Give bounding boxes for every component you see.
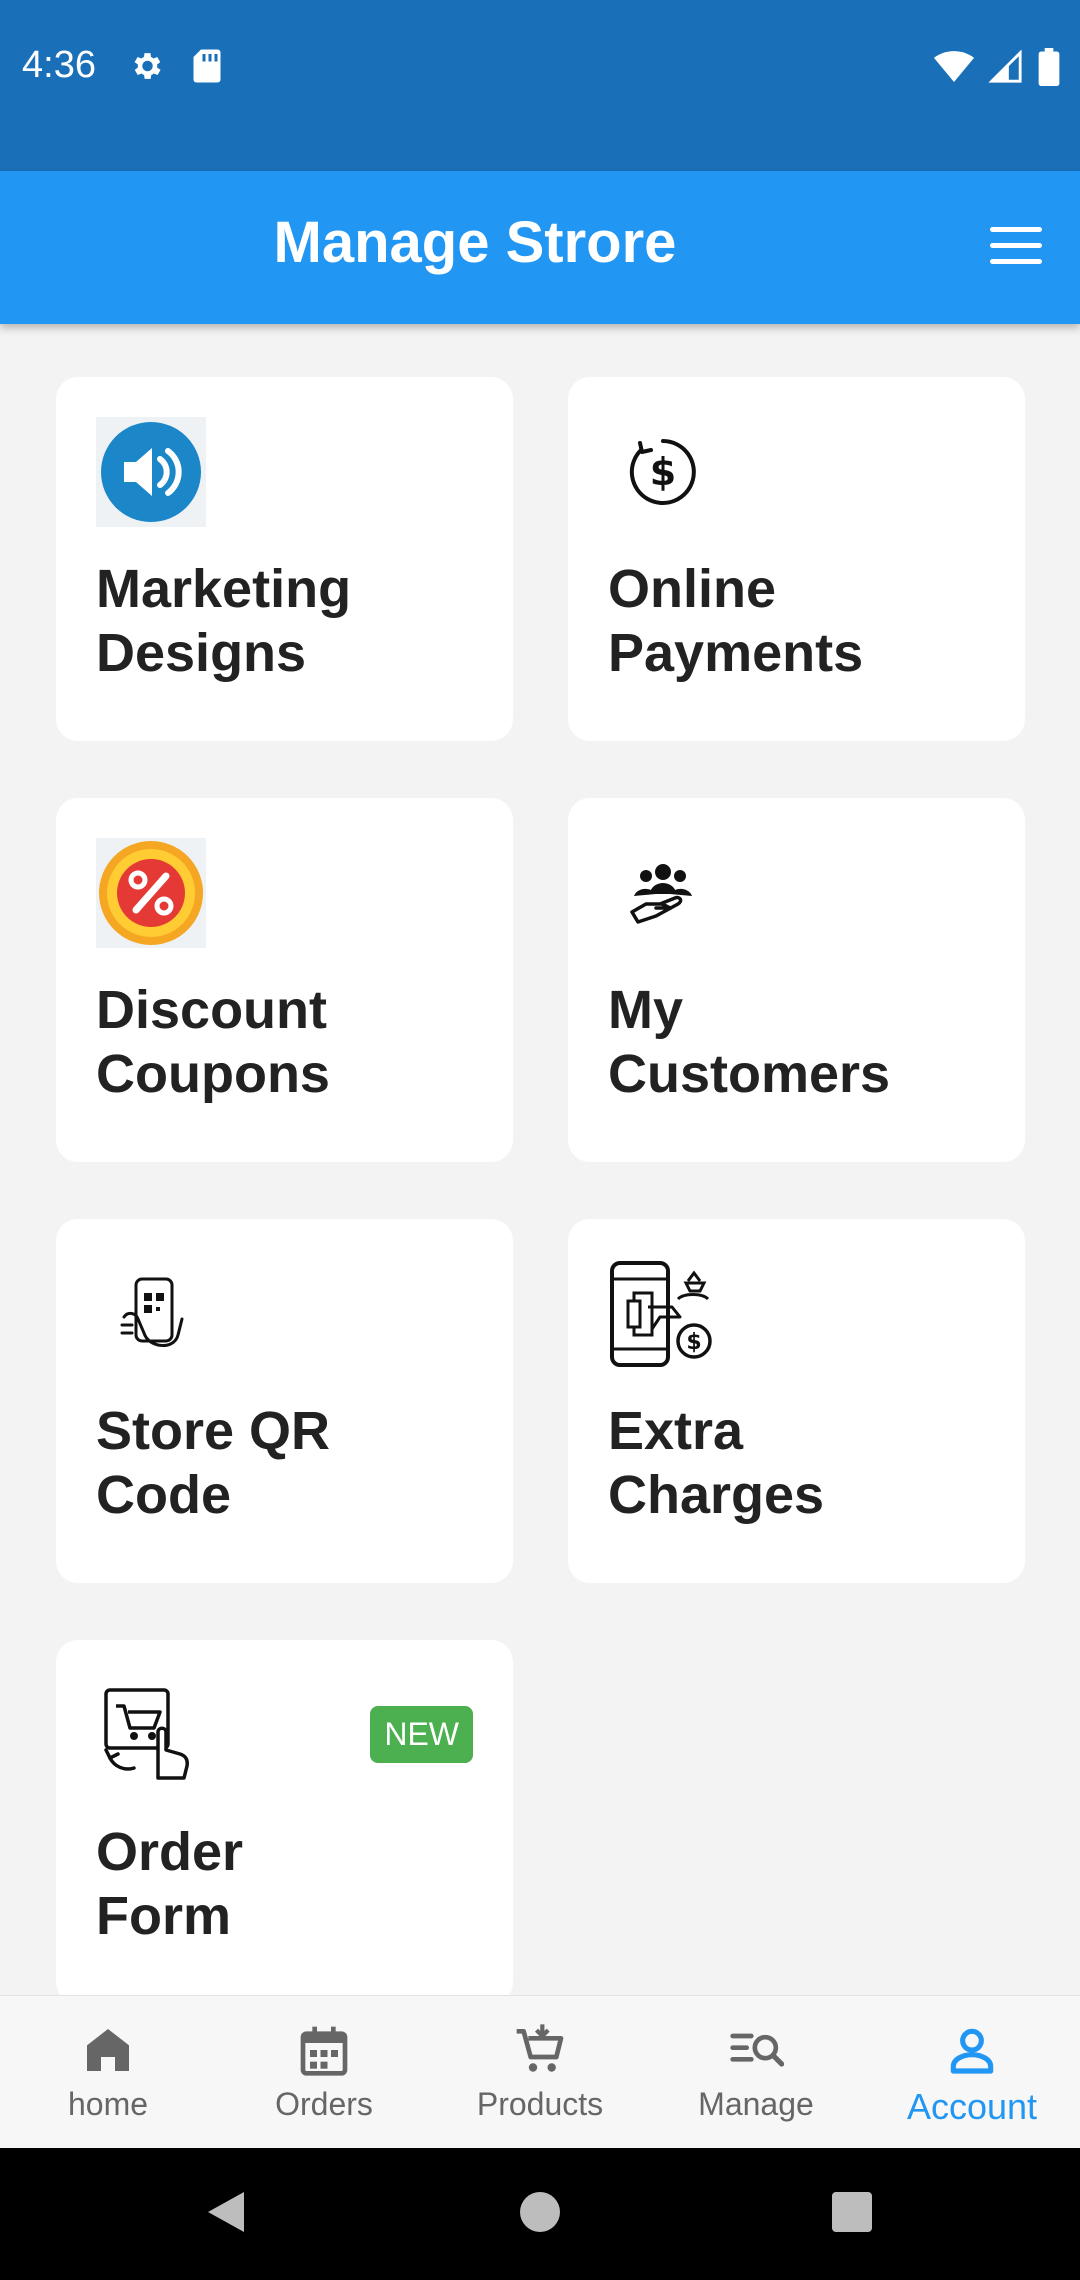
card-order-form[interactable]: NEW Order Form xyxy=(56,1640,513,1995)
settings-gear-icon xyxy=(134,53,161,79)
speaker-icon xyxy=(96,417,206,527)
phone-moneybag-icon: $ xyxy=(610,1261,712,1367)
manage-search-icon xyxy=(730,2033,784,2067)
card-label-line2: Payments xyxy=(608,623,864,683)
cart-icon xyxy=(516,2024,564,2072)
nav-account[interactable]: Account xyxy=(864,1996,1080,2148)
nav-label: Orders xyxy=(275,2086,373,2122)
card-label-line1: My xyxy=(608,980,684,1040)
card-label-line1: Order xyxy=(96,1822,244,1882)
percent-badge-icon xyxy=(96,838,206,948)
card-my-customers[interactable]: My Customers xyxy=(568,798,1025,1162)
bottom-navigation: home Orders Products Manage Account xyxy=(0,1995,1080,2148)
card-label-line2: Customers xyxy=(608,1044,891,1104)
card-extra-charges[interactable]: $ Extra Charges xyxy=(568,1219,1025,1583)
person-icon xyxy=(950,2028,994,2074)
battery-icon xyxy=(1038,48,1060,86)
card-label-line1: Store QR xyxy=(96,1401,331,1461)
phone-qr-icon xyxy=(120,1277,184,1347)
cart-touch-icon xyxy=(104,1688,189,1780)
nav-label: home xyxy=(67,2086,149,2122)
sd-card-icon xyxy=(193,49,221,83)
card-label-line2: Code xyxy=(96,1465,231,1525)
recents-square-icon[interactable] xyxy=(830,2188,874,2236)
card-label-line1: Online xyxy=(608,559,777,619)
nav-label: Manage xyxy=(698,2086,814,2122)
calendar-icon xyxy=(300,2026,348,2076)
cell-signal-icon xyxy=(988,50,1022,83)
card-label-line2: Coupons xyxy=(96,1044,330,1104)
card-store-qr-code[interactable]: Store QR Code xyxy=(56,1219,513,1583)
nav-products[interactable]: Products xyxy=(432,1996,648,2148)
status-time: 4:36 xyxy=(22,44,96,86)
nav-manage[interactable]: Manage xyxy=(648,1996,864,2148)
nav-home[interactable]: home xyxy=(0,1996,216,2148)
nav-label: Account xyxy=(906,2086,1038,2127)
home-circle-icon[interactable] xyxy=(518,2188,562,2236)
svg-text:$: $ xyxy=(686,1330,701,1355)
home-icon xyxy=(87,2029,129,2071)
app-bar: Manage Strore xyxy=(0,171,1080,324)
nav-orders[interactable]: Orders xyxy=(216,1996,432,2148)
hamburger-menu-icon[interactable] xyxy=(990,227,1042,267)
back-triangle-icon[interactable] xyxy=(204,2188,248,2236)
customers-hand-icon xyxy=(630,864,692,924)
card-label-line1: Marketing xyxy=(96,559,352,619)
wifi-icon xyxy=(934,51,974,82)
svg-text:$: $ xyxy=(650,450,676,494)
status-bar: 4:36 xyxy=(0,0,1080,171)
card-label-line1: Extra xyxy=(608,1401,744,1461)
page-title: Manage Strore xyxy=(273,210,677,275)
card-marketing-designs[interactable]: Marketing Designs xyxy=(56,377,513,741)
card-label-line2: Charges xyxy=(608,1465,825,1525)
system-navigation-bar xyxy=(0,2148,1080,2280)
nav-label: Products xyxy=(476,2086,604,2122)
card-label-line2: Designs xyxy=(96,623,307,683)
manage-grid: Marketing Designs $ Online Payments Disc… xyxy=(0,324,1080,1995)
dollar-refresh-icon: $ xyxy=(629,439,696,505)
card-discount-coupons[interactable]: Discount Coupons xyxy=(56,798,513,1162)
card-label-line2: Form xyxy=(96,1886,231,1946)
card-online-payments[interactable]: $ Online Payments xyxy=(568,377,1025,741)
new-badge: NEW xyxy=(370,1706,473,1763)
card-label-line1: Discount xyxy=(96,980,328,1040)
